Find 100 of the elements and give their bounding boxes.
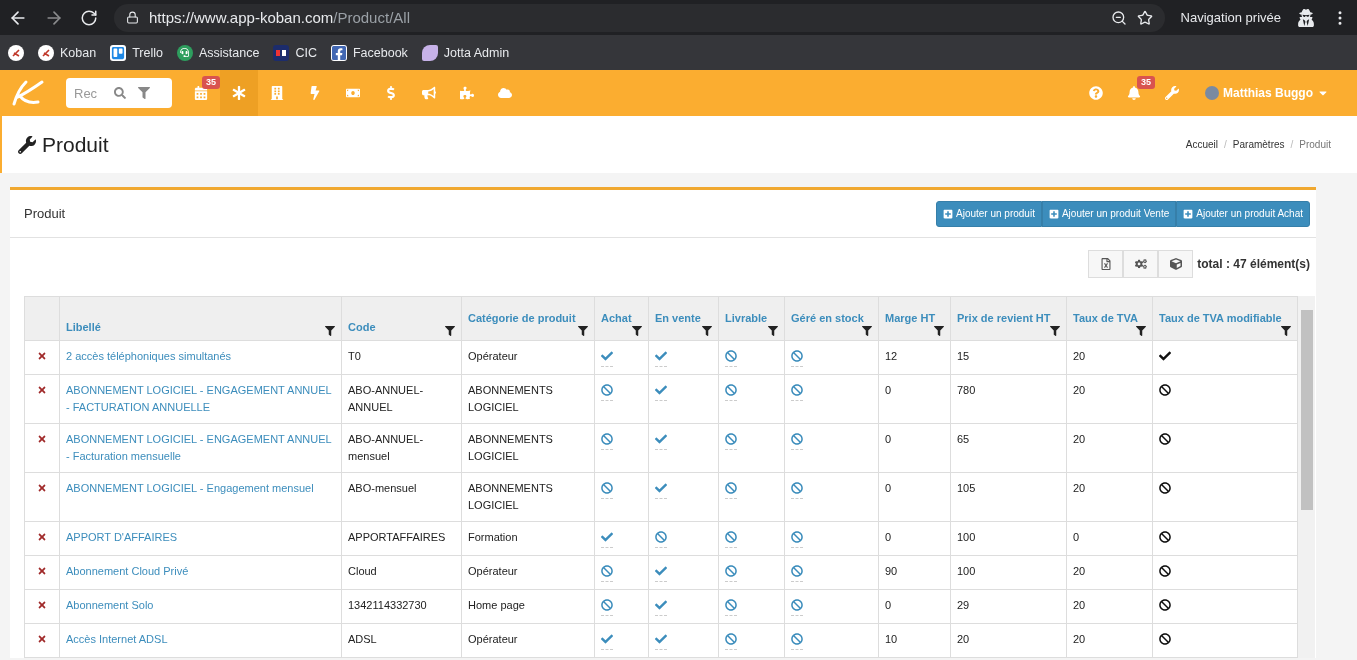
bolt-icon: [308, 86, 322, 100]
cube-button[interactable]: [1158, 250, 1194, 278]
table-cell: 20: [1066, 340, 1153, 375]
table-cell: 1342114332730: [341, 589, 462, 624]
filter-icon[interactable]: [862, 326, 872, 336]
table-cell: 0: [878, 589, 951, 624]
bookmark-star-icon[interactable]: [1136, 9, 1153, 26]
banknote-icon: [346, 86, 360, 100]
plus-icon: [1183, 208, 1194, 219]
count-badge: 35: [202, 76, 220, 89]
breadcrumb-link[interactable]: Accueil: [1185, 139, 1219, 150]
table-cell: Opérateur: [461, 340, 595, 375]
delete-icon[interactable]: [37, 434, 47, 444]
table-cell: ABO-mensuel: [341, 472, 462, 522]
logo-icon: [38, 44, 54, 61]
cube-icon: [1169, 258, 1182, 270]
bookmark[interactable]: [8, 44, 24, 61]
table-cell: 0: [878, 521, 951, 556]
settings-button[interactable]: [1123, 250, 1159, 278]
zoom-out-icon[interactable]: [1110, 9, 1127, 26]
filter-icon[interactable]: [768, 326, 778, 336]
bookmark[interactable]: CIC: [273, 44, 317, 61]
delete-icon[interactable]: [37, 566, 47, 576]
table-cell: 20: [1066, 589, 1153, 624]
bookmark[interactable]: Jotta Admin: [421, 44, 510, 61]
filter-icon[interactable]: [934, 326, 944, 336]
count-badge: 35: [1137, 76, 1155, 89]
facebook-icon: [330, 44, 347, 61]
table-cell: 100: [950, 555, 1067, 590]
filter-icon[interactable]: [325, 326, 335, 336]
filter-icon[interactable]: [578, 326, 588, 336]
puzzle-icon: [460, 86, 474, 100]
table-cell: 12: [878, 340, 951, 375]
column-header[interactable]: Achat: [601, 312, 642, 324]
gears-icon: [1134, 258, 1147, 270]
table-cell: 20: [1066, 623, 1153, 658]
filter-icon[interactable]: [1281, 326, 1291, 336]
address-bar[interactable]: https://www.app-koban.com/Product/All: [114, 3, 1165, 32]
breadcrumb-link[interactable]: Produit: [1299, 139, 1331, 150]
spreadsheet-icon: [1099, 258, 1112, 270]
nav-item[interactable]: 35: [182, 70, 220, 116]
column-header[interactable]: Code: [348, 321, 376, 336]
asterisk-icon: [232, 86, 246, 100]
table-cell: 15: [950, 340, 1067, 375]
filter-icon[interactable]: [1136, 326, 1146, 336]
add-product-button[interactable]: Ajouter un produit: [936, 200, 1042, 227]
table-cell: 105: [950, 472, 1067, 522]
table-cell: Home page: [461, 589, 595, 624]
table-cell: ABO-ANNUEL-mensuel: [341, 423, 462, 473]
lock-icon: [126, 11, 139, 24]
help-icon: [1089, 86, 1103, 100]
table-cell: 20: [950, 623, 1067, 658]
delete-icon[interactable]: [37, 600, 47, 610]
table-cell: ABO-ANNUEL-ANNUEL: [341, 374, 462, 424]
table-cell: 10: [878, 623, 951, 658]
bookmark[interactable]: Facebook: [330, 44, 408, 61]
export-button[interactable]: [1088, 250, 1124, 278]
table-cell: Opérateur: [461, 623, 595, 658]
wrench-icon: [18, 135, 36, 154]
table-cell: Opérateur: [461, 555, 595, 590]
delete-icon[interactable]: [37, 634, 47, 644]
table-cell: 90: [878, 555, 951, 590]
plus-icon: [1048, 208, 1059, 219]
incognito-icon[interactable]: [1297, 8, 1315, 27]
table-cell: 100: [950, 521, 1067, 556]
dollar-icon: [384, 86, 398, 100]
add-product-button[interactable]: Ajouter un produit Achat: [1176, 200, 1310, 227]
url-text: https://www.app-koban.com/Product/All: [149, 9, 411, 26]
calendar-icon: [194, 86, 208, 100]
search-icon[interactable]: [114, 87, 126, 99]
table-cell: 0: [878, 472, 951, 522]
table-cell: ADSL: [341, 623, 462, 658]
page-title: Produit: [42, 132, 109, 157]
bookmark[interactable]: Trello: [110, 44, 163, 61]
bookmark[interactable]: Assistance: [176, 44, 260, 61]
table-cell: 29: [950, 589, 1067, 624]
filter-icon[interactable]: [632, 326, 642, 336]
filter-icon[interactable]: [702, 326, 712, 336]
table-cell: 20: [1066, 555, 1153, 590]
breadcrumb-link[interactable]: Paramètres: [1232, 139, 1285, 150]
delete-icon[interactable]: [37, 385, 47, 395]
table-cell: 0: [1066, 521, 1153, 556]
wrench-icon: [1165, 86, 1179, 100]
nav-item[interactable]: 35: [1115, 70, 1153, 116]
reload-icon[interactable]: [80, 8, 98, 27]
bell-icon: [1127, 86, 1141, 100]
filter-icon[interactable]: [445, 326, 455, 336]
table-cell: 20: [1066, 374, 1153, 424]
scrollbar[interactable]: [1298, 296, 1315, 658]
private-mode-label: Navigation privée: [1180, 10, 1281, 25]
delete-icon[interactable]: [37, 483, 47, 493]
breadcrumb-separator: /: [1290, 139, 1294, 150]
filter-icon[interactable]: [1050, 326, 1060, 336]
plus-icon: [943, 208, 953, 219]
delete-icon[interactable]: [37, 532, 47, 542]
bookmark[interactable]: Koban: [38, 44, 97, 61]
delete-icon[interactable]: [37, 351, 47, 361]
column-header[interactable]: Libellé: [66, 321, 101, 336]
add-product-button[interactable]: Ajouter un produit Vente: [1041, 200, 1177, 227]
table-cell: 20: [1066, 423, 1153, 473]
